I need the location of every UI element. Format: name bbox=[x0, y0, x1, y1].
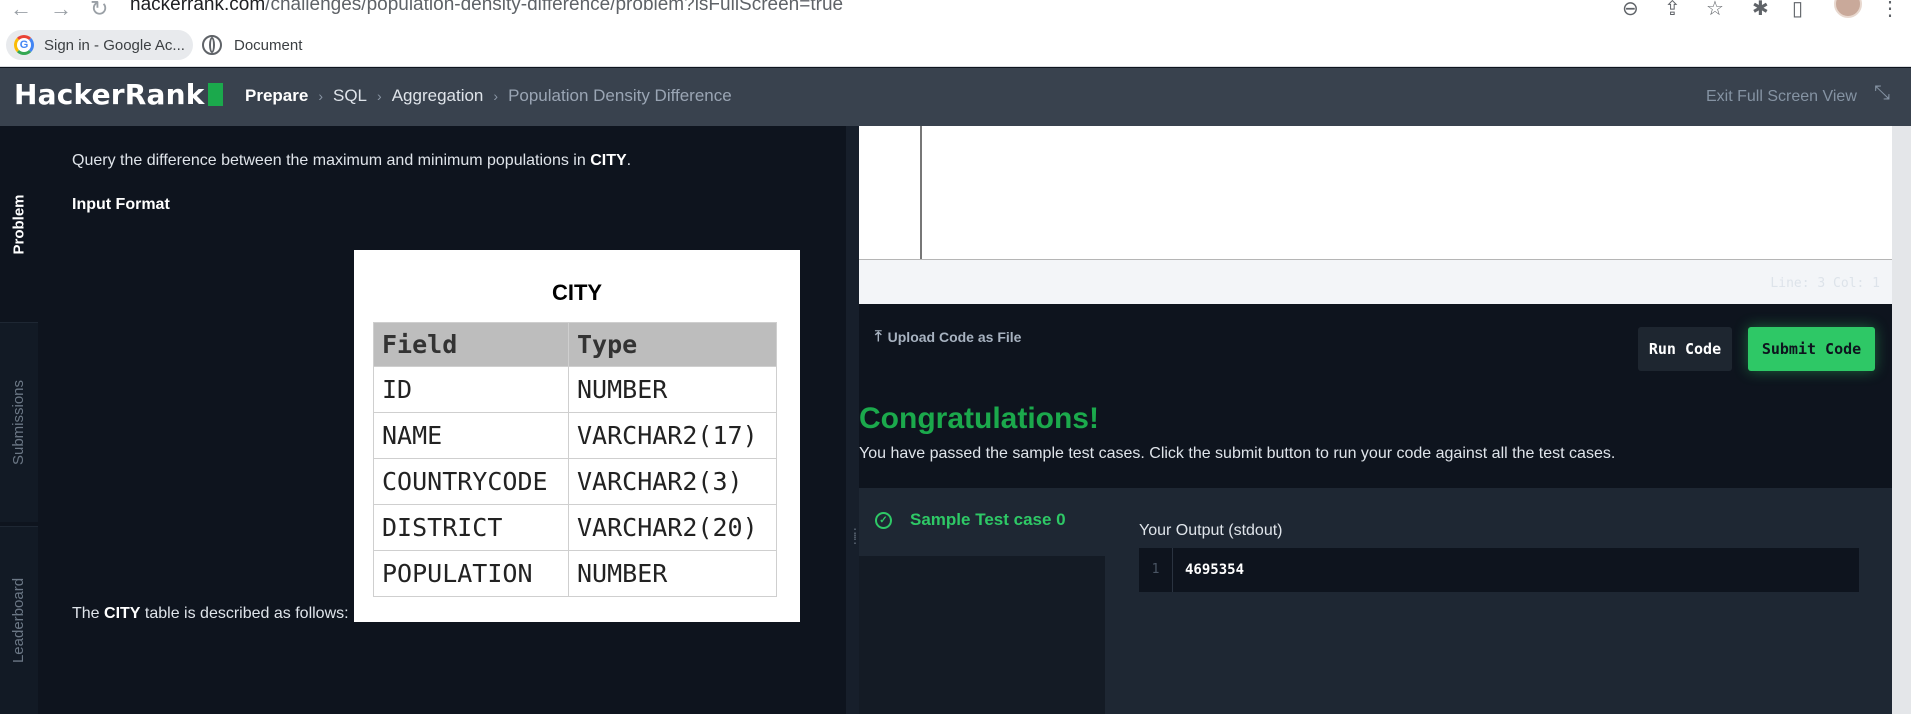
chevron-right-icon: › bbox=[377, 88, 382, 104]
logo-text: HackerRank bbox=[14, 78, 205, 111]
upload-code-button[interactable]: ⤒ Upload Code as File bbox=[875, 328, 1021, 345]
problem-pane: Query the difference between the maximum… bbox=[38, 126, 846, 714]
desc-text: The bbox=[72, 605, 105, 622]
bookmark-label: Document bbox=[234, 36, 303, 54]
output-value: 4695354 bbox=[1185, 562, 1245, 578]
city-schema-table: Field Type ID NUMBER NAME VARCHAR2(17) COU… bbox=[373, 322, 777, 597]
header-type: Type bbox=[568, 322, 777, 367]
header-field: Field bbox=[373, 322, 569, 367]
table-description: The CITY table is described as follows: bbox=[72, 605, 349, 623]
table-header-row: Field Type bbox=[373, 322, 777, 367]
problem-statement: Query the difference between the maximum… bbox=[72, 152, 631, 170]
chevron-right-icon: › bbox=[493, 88, 499, 104]
exit-fullscreen-link[interactable]: Exit Full Screen View bbox=[1706, 88, 1857, 106]
statement-table-name: CITY bbox=[590, 152, 627, 169]
type-cell: VARCHAR2(17) bbox=[568, 412, 777, 459]
collapse-icon[interactable]: ⤡ bbox=[1874, 82, 1890, 105]
breadcrumb: Prepare › SQL › Aggregation › Population… bbox=[245, 86, 732, 106]
desc-table-name: CITY bbox=[104, 605, 141, 622]
code-editor[interactable] bbox=[859, 126, 1892, 260]
zoom-icon[interactable]: ⊖ bbox=[1622, 0, 1639, 21]
result-title: Congratulations! bbox=[859, 402, 1099, 435]
tab-label: Problem bbox=[10, 193, 28, 255]
bookmark-label: Sign in - Google Ac... bbox=[44, 36, 185, 54]
field-cell: POPULATION bbox=[373, 550, 569, 597]
address-bar[interactable]: hackerrank.com/challenges/population-den… bbox=[130, 0, 843, 16]
result-message: You have passed the sample test cases. C… bbox=[859, 445, 1616, 462]
editor-pane: Line: 3 Col: 1 ⤒ Upload Code as File Run… bbox=[859, 126, 1911, 714]
submit-code-button[interactable]: Submit Code bbox=[1748, 327, 1875, 371]
table-row: DISTRICT VARCHAR2(20) bbox=[373, 504, 777, 551]
side-tabs: Problem Submissions Leaderboard bbox=[0, 126, 38, 714]
check-circle-icon: ✓ bbox=[875, 511, 892, 529]
breadcrumb-current-challenge: Population Density Difference bbox=[508, 86, 732, 105]
breadcrumb-sql[interactable]: SQL bbox=[333, 86, 367, 106]
browser-toolbar: ← → ↻ hackerrank.com/challenges/populati… bbox=[0, 0, 1911, 24]
back-icon[interactable]: ← bbox=[10, 0, 32, 22]
testcase-label: Sample Test case 0 bbox=[910, 510, 1066, 529]
google-icon: G bbox=[14, 35, 34, 55]
city-table-image: CITY Field Type ID NUMBER NAME VARCHAR2(17… bbox=[354, 250, 800, 622]
share-icon[interactable]: ⇪ bbox=[1664, 0, 1681, 21]
editor-status-bar: Line: 3 Col: 1 bbox=[859, 260, 1892, 304]
url-path: /challenges/population-density-differenc… bbox=[265, 0, 844, 15]
upload-label: Upload Code as File bbox=[887, 328, 1022, 345]
line-number: 1 bbox=[1139, 548, 1173, 592]
page-scrollbar[interactable] bbox=[1892, 126, 1911, 714]
type-cell: VARCHAR2(3) bbox=[568, 458, 777, 505]
tab-label: Submissions bbox=[10, 379, 28, 466]
field-cell: NAME bbox=[373, 412, 569, 459]
field-cell: COUNTRYCODE bbox=[373, 458, 569, 505]
output-box: 1 4695354 bbox=[1139, 548, 1859, 592]
tab-label: Leaderboard bbox=[10, 577, 28, 664]
input-format-heading: Input Format bbox=[72, 196, 170, 213]
table-row: COUNTRYCODE VARCHAR2(3) bbox=[373, 458, 777, 505]
desc-text: table is described as follows: bbox=[140, 605, 349, 622]
testcase-tab-sample-0[interactable]: ✓ Sample Test case 0 bbox=[875, 510, 1066, 530]
table-row: POPULATION NUMBER bbox=[373, 550, 777, 597]
type-cell: NUMBER bbox=[568, 550, 777, 597]
cursor-position: Line: 3 Col: 1 bbox=[1770, 276, 1880, 291]
bookmark-google-signin[interactable]: G Sign in - Google Ac... bbox=[6, 30, 193, 60]
chevron-right-icon: › bbox=[318, 88, 323, 104]
output-label: Your Output (stdout) bbox=[1139, 522, 1283, 539]
type-cell: VARCHAR2(20) bbox=[568, 504, 777, 551]
editor-gutter bbox=[859, 126, 922, 259]
site-header: HackerRank Prepare › SQL › Aggregation ›… bbox=[0, 68, 1911, 126]
table-row: ID NUMBER bbox=[373, 366, 777, 413]
hackerrank-logo[interactable]: HackerRank bbox=[14, 78, 223, 111]
tab-problem[interactable]: Problem bbox=[0, 126, 38, 322]
tab-submissions[interactable]: Submissions bbox=[0, 322, 38, 522]
url-host: hackerrank.com bbox=[130, 0, 266, 15]
forward-icon[interactable]: → bbox=[50, 0, 72, 22]
breadcrumb-aggregation[interactable]: Aggregation bbox=[392, 86, 484, 106]
statement-period: . bbox=[626, 152, 632, 169]
profile-avatar[interactable] bbox=[1834, 0, 1862, 18]
bookmarks-bar: G Sign in - Google Ac... Document bbox=[0, 24, 1911, 67]
field-cell: DISTRICT bbox=[373, 504, 569, 551]
tab-leaderboard[interactable]: Leaderboard bbox=[0, 526, 38, 714]
upload-icon: ⤒ bbox=[875, 328, 882, 345]
globe-icon bbox=[202, 35, 222, 55]
menu-dots-icon[interactable]: ⋮ bbox=[1880, 0, 1900, 21]
extensions-icon[interactable]: ✱ bbox=[1752, 0, 1769, 21]
testcase-list bbox=[859, 556, 1105, 714]
logo-square-icon bbox=[207, 83, 223, 106]
breadcrumb-prepare[interactable]: Prepare bbox=[245, 86, 308, 106]
side-panel-icon[interactable]: ▯ bbox=[1792, 0, 1803, 21]
pane-resizer[interactable]: ⋮ ⋮ bbox=[846, 126, 861, 714]
field-cell: ID bbox=[373, 366, 569, 413]
bookmark-star-icon[interactable]: ☆ bbox=[1706, 0, 1724, 21]
run-code-button[interactable]: Run Code bbox=[1638, 327, 1732, 371]
reload-icon[interactable]: ↻ bbox=[90, 0, 108, 22]
test-results-panel: ✓ Sample Test case 0 Your Output (stdout… bbox=[859, 488, 1892, 714]
table-row: NAME VARCHAR2(17) bbox=[373, 412, 777, 459]
table-title: CITY bbox=[551, 280, 603, 305]
bookmark-document[interactable]: Document bbox=[194, 30, 310, 60]
type-cell: NUMBER bbox=[568, 366, 777, 413]
statement-text: Query the difference between the maximum… bbox=[72, 152, 591, 169]
